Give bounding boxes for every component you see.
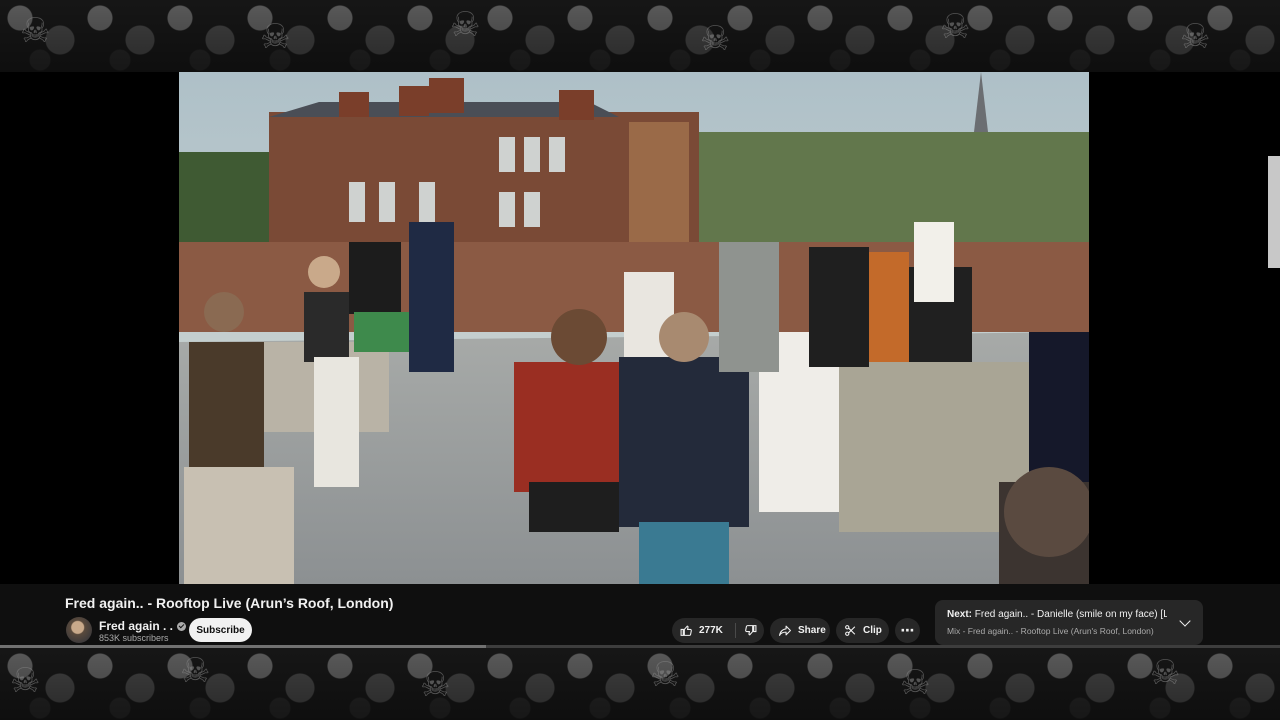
verified-icon (177, 621, 187, 631)
up-next-subtitle: Mix - Fred again.. - Rooftop Live (Arun'… (947, 626, 1154, 636)
skull-pattern-icon: ☠ (180, 651, 211, 691)
skull-wallpaper-bottom: ☠ ☠ ☠ ☠ ☠ ☠ (0, 648, 1280, 720)
skull-pattern-icon: ☠ (1150, 653, 1181, 693)
up-next-prefix: Next: (947, 609, 973, 620)
up-next-title: Next: Fred again.. - Danielle (smile on … (947, 609, 1167, 620)
skull-pattern-icon: ☠ (900, 663, 931, 703)
clip-icon (845, 625, 856, 636)
video-player[interactable] (0, 72, 1280, 584)
share-label: Share (798, 625, 826, 636)
more-icon: ⋯ (900, 622, 915, 639)
video-title: Fred again.. - Rooftop Live (Arun’s Roof… (65, 595, 394, 611)
share-icon (779, 625, 791, 636)
skull-pattern-icon: ☠ (650, 655, 681, 695)
up-next-card[interactable]: Next: Fred again.. - Danielle (smile on … (935, 600, 1203, 645)
chevron-down-icon[interactable] (1179, 615, 1191, 627)
channel-name: Fred again . . (99, 619, 174, 633)
channel-name-link[interactable]: Fred again . . (99, 619, 187, 633)
like-count: 277K (699, 625, 723, 636)
more-actions-button[interactable]: ⋯ (895, 618, 920, 643)
video-still (179, 72, 1089, 584)
dislike-button[interactable] (736, 618, 764, 643)
skull-pattern-icon: ☠ (450, 5, 481, 45)
dislike-icon (744, 625, 757, 636)
channel-avatar[interactable] (66, 617, 92, 643)
like-icon (680, 625, 692, 636)
up-next-video-title: Fred again.. - Danielle (smile on my fac… (972, 609, 1167, 620)
skull-pattern-icon: ☠ (260, 17, 291, 57)
skull-pattern-icon: ☠ (940, 7, 971, 47)
like-button[interactable]: 277K (672, 618, 735, 643)
page-scrollbar-thumb[interactable] (1268, 156, 1280, 268)
skull-pattern-icon: ☠ (700, 19, 731, 59)
skull-pattern-icon: ☠ (1180, 17, 1211, 57)
clip-label: Clip (863, 625, 882, 636)
clip-button[interactable]: Clip (836, 618, 889, 643)
share-button[interactable]: Share (770, 618, 830, 643)
like-dislike-group: 277K (672, 618, 764, 643)
skull-wallpaper-top: ☠ ☠ ☠ ☠ ☠ ☠ (0, 0, 1280, 72)
skull-pattern-icon: ☠ (20, 11, 51, 51)
subscriber-count: 853K subscribers (99, 633, 169, 643)
skull-pattern-icon: ☠ (420, 665, 451, 705)
subscribe-button[interactable]: Subscribe (189, 618, 252, 642)
video-frame[interactable] (179, 72, 1089, 584)
skull-pattern-icon: ☠ (10, 661, 41, 701)
